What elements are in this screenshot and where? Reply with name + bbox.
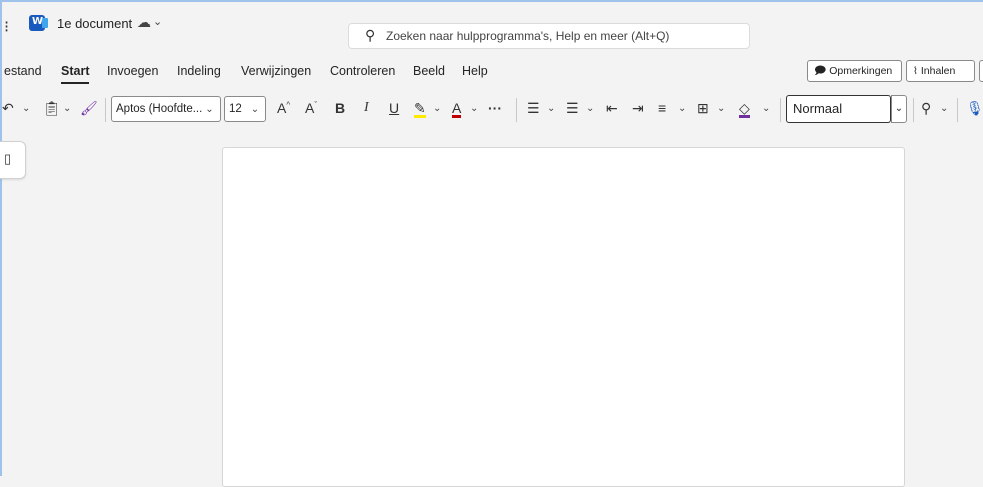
chevron-down-icon[interactable]: ⌄ [547,103,555,114]
style-gallery[interactable]: Normaal [786,95,891,123]
app-launcher-icon[interactable]: ⁝ [4,17,9,37]
tab-invoegen[interactable]: Invoegen [107,64,158,78]
ribbon-tabs: estand Start Invoegen Indeling Verwijzin… [0,58,983,88]
chevron-down-icon[interactable]: ⌄ [717,103,725,114]
font-size-value: 12 [229,103,242,115]
chevron-down-icon: ⌄ [205,103,214,115]
pane-icon: ▯ [4,151,12,166]
highlight-button[interactable]: ✎ [414,100,426,118]
bullets-icon[interactable]: ☰ [527,100,540,117]
style-dropdown-icon[interactable]: ⌄ [891,95,907,123]
increase-indent-icon[interactable]: ⇥ [632,100,644,117]
bold-button[interactable]: B [335,100,345,116]
tab-beeld[interactable]: Beeld [413,64,445,78]
ribbon-divider [780,98,781,122]
chevron-down-icon[interactable]: ⌄ [153,15,162,28]
document-page[interactable] [222,147,905,487]
tab-bestand[interactable]: estand [4,64,42,78]
chevron-down-icon[interactable]: ⌄ [762,103,770,114]
comments-button[interactable]: 🗩 Opmerkingen [807,60,902,82]
shrink-font-label: A [305,100,315,116]
ribbon-divider [957,98,958,122]
chevron-down-icon[interactable]: ⌄ [433,103,441,114]
highlighter-icon: ✎ [414,100,426,118]
tab-help[interactable]: Help [462,64,488,78]
tab-controleren[interactable]: Controleren [330,64,395,78]
undo-icon[interactable]: ↶ [2,100,14,117]
navigation-pane-button[interactable]: ▯ [0,141,26,179]
search-icon: ⚲ [365,27,376,43]
home-ribbon: ↶ ⌄ 📋︎ ⌄ 🖌︎ Aptos (Hoofdte... ⌄ 12 ⌄ A^ … [0,90,983,130]
italic-button[interactable]: I [364,100,369,116]
font-name-value: Aptos (Hoofdte... [116,103,203,115]
cloud-sync-icon[interactable]: ☁ [137,14,151,31]
shading-icon[interactable]: ◇ [739,100,750,118]
title-bar: ⁝ 1e document ☁ ⌄ ⚲ Zoeken naar hulpprog… [0,2,983,49]
font-size-box[interactable]: 12 ⌄ [224,96,266,122]
grow-font-button[interactable]: A^ [277,100,290,116]
share-button[interactable] [979,60,983,82]
undo-dropdown-icon[interactable]: ⌄ [22,103,30,114]
borders-icon[interactable]: ⊞ [697,100,709,117]
search-placeholder: Zoeken naar hulpprogramma's, Help en mee… [386,29,670,43]
chevron-down-icon[interactable]: ⌄ [586,103,594,114]
grow-font-label: A [277,100,287,116]
comments-label: Opmerkingen [829,65,893,77]
decrease-indent-icon[interactable]: ⇤ [606,100,618,117]
chevron-down-icon[interactable]: ⌄ [940,103,948,114]
chevron-down-icon[interactable]: ⌄ [470,103,478,114]
more-options-button[interactable]: ··· [488,100,502,116]
catchup-button[interactable]: ⌇ Inhalen [906,60,975,82]
tab-verwijzingen[interactable]: Verwijzingen [241,64,311,78]
chevron-down-icon[interactable]: ⌄ [678,103,686,114]
chevron-down-icon: ⌄ [250,103,260,115]
format-painter-icon[interactable]: 🖌︎ [80,100,98,117]
shrink-font-button[interactable]: Aˇ [305,100,317,116]
align-icon[interactable]: ≡ [658,100,666,116]
font-color-label: A [452,100,462,118]
ribbon-divider [516,98,517,122]
tab-start[interactable]: Start [61,64,90,84]
paste-icon[interactable]: 📋︎ [43,100,61,117]
word-app-icon [29,15,48,31]
dictate-icon[interactable]: 🎙︎ [966,100,983,117]
comment-icon: 🗩 [814,64,827,77]
font-color-button[interactable]: A [452,100,462,118]
document-title[interactable]: 1e document [57,16,132,31]
font-name-box[interactable]: Aptos (Hoofdte... ⌄ [111,96,221,122]
ribbon-divider [913,98,914,122]
tab-indeling[interactable]: Indeling [177,64,221,78]
numbering-icon[interactable]: ☰ [566,100,579,117]
paste-dropdown-icon[interactable]: ⌄ [63,103,71,114]
search-box[interactable]: ⚲ Zoeken naar hulpprogramma's, Help en m… [348,23,750,49]
catchup-label: Inhalen [920,65,956,77]
find-icon[interactable]: ⚲ [921,100,931,117]
activity-icon: ⌇ [913,65,918,77]
underline-button[interactable]: U [389,100,399,116]
ribbon-divider [105,98,106,122]
